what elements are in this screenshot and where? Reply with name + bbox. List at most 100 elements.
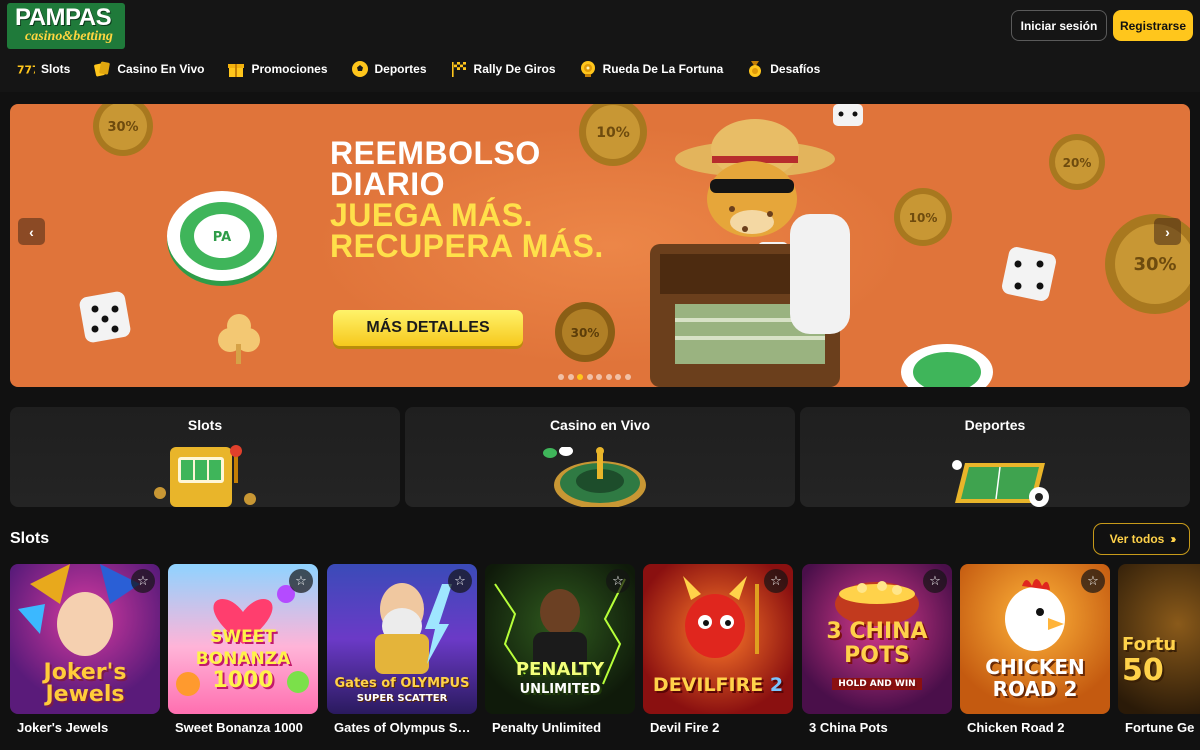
game-thumbnail: Gates of OLYMPUS SUPER SCATTER ☆ (327, 564, 477, 714)
slot-777-icon: 777 (16, 60, 36, 78)
nav-item-rueda-de-la-fortuna[interactable]: Rueda De La Fortuna (578, 60, 724, 78)
game-art-title: Joker's Jewels (10, 662, 160, 706)
game-tile[interactable]: Fortu 50 Fortune Ge (1118, 564, 1200, 750)
nav-item-label: Promociones (251, 62, 328, 76)
login-button[interactable]: Iniciar sesión (1011, 10, 1107, 41)
coin-graphic: 30% (555, 302, 615, 362)
section-title-slots: Slots (10, 530, 50, 547)
game-name: Penalty Unlimited (492, 720, 602, 735)
banner-prev-button[interactable]: ‹ (18, 218, 45, 245)
logo-tagline: casino&betting (25, 29, 113, 44)
soccer-field-icon (952, 460, 1049, 507)
favorite-star-icon[interactable]: ☆ (764, 569, 788, 593)
game-name: Sweet Bonanza 1000 (175, 720, 303, 735)
carousel-dot[interactable] (615, 374, 621, 380)
poker-chip-graphic (901, 344, 993, 387)
game-art-line: HOLD AND WIN (832, 678, 922, 690)
register-button[interactable]: Registrarse (1113, 10, 1193, 41)
game-tile[interactable]: 3 CHINA POTS HOLD AND WIN ☆ 3 China Pots (802, 564, 952, 750)
coin-label: 10% (596, 125, 630, 141)
category-card-slots[interactable]: Slots (10, 407, 400, 507)
dice-graphic (79, 291, 131, 343)
game-tile[interactable]: PENALTY UNLIMITED ☆ Penalty Unlimited (485, 564, 635, 750)
game-tile[interactable]: Gates of OLYMPUS SUPER SCATTER ☆ Gates o… (327, 564, 477, 750)
svg-text:777: 777 (17, 64, 35, 77)
game-art-title: DEVILFIRE 2 (643, 674, 793, 696)
favorite-star-icon[interactable]: ☆ (448, 569, 472, 593)
game-art-title: SWEET BONANZA 1000 (168, 626, 318, 692)
coin-label: 30% (1133, 254, 1176, 275)
coin-label: 10% (909, 211, 938, 225)
more-details-button[interactable]: MÁS DETALLES (333, 310, 523, 346)
nav-item-deportes[interactable]: Deportes (350, 60, 427, 78)
game-art-line: Gates of OLYMPUS (334, 676, 470, 691)
banner-subheadline-line: RECUPERA MÁS. (330, 228, 604, 264)
favorite-star-icon[interactable]: ☆ (289, 569, 313, 593)
game-art-line: DEVILFIRE (652, 674, 764, 696)
chevron-right-icon: › (1165, 223, 1170, 240)
see-all-label: Ver todos (1109, 532, 1165, 546)
game-tile[interactable]: SWEET BONANZA 1000 ☆ Sweet Bonanza 1000 (168, 564, 318, 750)
game-tile[interactable]: Joker's Jewels ☆ Joker's Jewels (10, 564, 160, 750)
coin-graphic: 30% (93, 104, 153, 156)
game-thumbnail: CHICKEN ROAD 2 ☆ (960, 564, 1110, 714)
roulette-icon (543, 447, 646, 507)
promo-banner[interactable]: 30% 10% 20% 10% 30% 30% PA REEMBOLSO DIA… (10, 104, 1190, 387)
favorite-star-icon[interactable]: ☆ (1081, 569, 1105, 593)
banner-next-button[interactable]: › (1154, 218, 1181, 245)
banner-headline-line: REEMBOLSO (330, 135, 541, 171)
see-all-button[interactable]: Ver todos ››› (1093, 523, 1190, 555)
main-nav: 777 Slots Casino En Vivo Promociones Dep… (16, 58, 842, 80)
game-art-line: Joker's (43, 660, 127, 685)
chip-label: PA (213, 230, 231, 245)
carousel-dot[interactable] (624, 374, 631, 380)
nav-item-label: Rueda De La Fortuna (602, 62, 724, 76)
category-title: Casino en Vivo (549, 417, 651, 433)
carousel-dot[interactable] (558, 374, 564, 380)
game-thumbnail: Fortu 50 (1118, 564, 1200, 714)
game-art-line: SWEET BONANZA (195, 627, 291, 669)
nav-item-label: Rally De Giros (473, 62, 556, 76)
category-card-casino-en-vivo[interactable]: Casino en Vivo (405, 407, 795, 507)
category-title: Deportes (964, 417, 1026, 433)
game-art-line: CHICKEN (985, 655, 1085, 679)
game-name: 3 China Pots (809, 720, 888, 735)
game-art-title: PENALTY UNLIMITED (485, 660, 635, 700)
coin-label: 30% (571, 326, 600, 340)
carousel-dot[interactable] (596, 374, 602, 380)
nav-item-label: Deportes (374, 62, 427, 76)
carousel-dot[interactable] (567, 374, 574, 380)
game-name: Fortune Ge (1125, 720, 1195, 735)
game-art-title: 3 CHINA POTS HOLD AND WIN (802, 620, 952, 692)
carousel-dot[interactable] (605, 374, 612, 380)
nav-item-casino-en-vivo[interactable]: Casino En Vivo (92, 60, 204, 78)
game-art-line: UNLIMITED (519, 682, 601, 697)
carousel-pagination (558, 374, 634, 380)
favorite-star-icon[interactable]: ☆ (923, 569, 947, 593)
carousel-dot[interactable] (577, 374, 583, 380)
game-name: Devil Fire 2 (650, 720, 720, 735)
carousel-dot[interactable] (586, 374, 593, 380)
game-name: Joker's Jewels (17, 720, 109, 735)
coin-graphic: 20% (1049, 134, 1105, 190)
game-name: Chicken Road 2 (967, 720, 1065, 735)
game-tile[interactable]: CHICKEN ROAD 2 ☆ Chicken Road 2 (960, 564, 1110, 750)
game-art-line: 50 (1122, 653, 1164, 688)
category-card-deportes[interactable]: Deportes (800, 407, 1190, 507)
gift-icon (226, 60, 246, 78)
game-thumbnail: DEVILFIRE 2 ☆ (643, 564, 793, 714)
nav-item-promociones[interactable]: Promociones (226, 60, 328, 78)
double-chevron-right-icon: ››› (1170, 532, 1176, 546)
game-tile[interactable]: DEVILFIRE 2 ☆ Devil Fire 2 (643, 564, 793, 750)
banner-subheadline-line: JUEGA MÁS. (330, 197, 533, 233)
favorite-star-icon[interactable]: ☆ (606, 569, 630, 593)
checkered-flag-icon (449, 60, 469, 78)
logo-wordmark: PAMPAS (15, 4, 112, 31)
nav-item-desafios[interactable]: Desafíos (745, 60, 820, 78)
nav-item-rally-de-giros[interactable]: Rally De Giros (449, 60, 556, 78)
cards-icon (92, 60, 112, 78)
favorite-star-icon[interactable]: ☆ (131, 569, 155, 593)
clover-graphic (218, 314, 260, 364)
nav-item-slots[interactable]: 777 Slots (16, 60, 70, 78)
brand-logo[interactable]: PAMPAS casino&betting (7, 3, 125, 49)
